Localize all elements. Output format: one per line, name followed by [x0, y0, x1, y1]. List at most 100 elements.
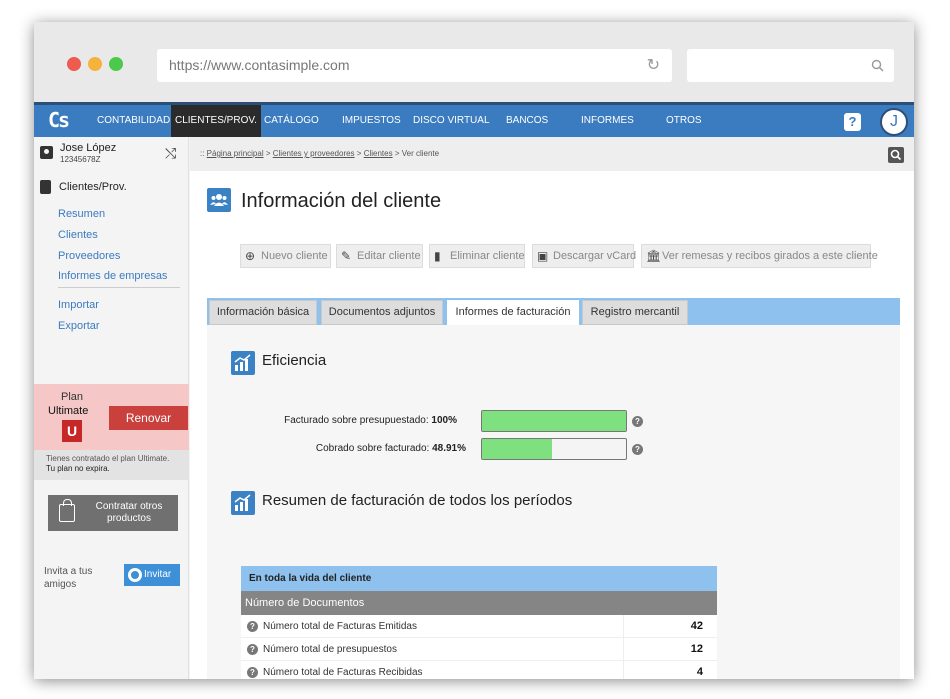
help-button[interactable]: ?	[844, 113, 861, 131]
tab-registro-mercantil[interactable]: Registro mercantil	[582, 300, 688, 325]
kpi-collected-text: Cobrado sobre facturado:	[315, 443, 430, 454]
tab-informes-facturacion[interactable]: Informes de facturación	[447, 300, 579, 326]
renew-button[interactable]: Renovar	[109, 406, 188, 430]
maximize-window-dot[interactable]	[109, 57, 123, 71]
table-row: ? Número total de Facturas Emitidas 42	[241, 615, 717, 638]
delete-client-label: Eliminar cliente	[450, 250, 525, 262]
kpi-label-budget: Facturado sobre presupuestado: 100%	[247, 415, 457, 426]
remittances-button[interactable]: 🏛 Ver remesas y recibos girados a este c…	[641, 244, 878, 268]
sidebar-item-proveedores[interactable]: Proveedores	[58, 250, 120, 262]
hire-products-button[interactable]: Contratar otros productos	[48, 495, 178, 531]
url-text: https://www.contasimple.com	[169, 57, 350, 73]
url-bar[interactable]: https://www.contasimple.com ↻	[157, 49, 672, 82]
shopping-bag-icon	[59, 499, 75, 522]
kpi-bar-collected	[481, 438, 627, 460]
row-label: Número total de Facturas Recibidas	[263, 667, 423, 678]
tab-panel: Eficiencia Facturado sobre presupuestado…	[207, 325, 900, 679]
kpi-bar-budget	[481, 410, 627, 432]
invite-text: Invita a tus amigos	[44, 566, 93, 590]
help-icon[interactable]: ?	[247, 667, 258, 678]
nav-otros[interactable]: OTROS	[666, 105, 702, 137]
user-box: Jose López 12345678Z ⤭	[34, 137, 189, 171]
help-icon[interactable]: ?	[247, 644, 258, 655]
nav-informes[interactable]: INFORMES	[581, 105, 634, 137]
search-icon[interactable]	[888, 147, 904, 163]
breadcrumb-current: Ver cliente	[401, 149, 440, 158]
kpi-collected-value: 48.91%	[432, 443, 466, 454]
user-id: 12345678Z	[60, 155, 101, 164]
reload-icon[interactable]: ↻	[647, 49, 660, 82]
tab-informacion-basica[interactable]: Información básica	[209, 300, 317, 325]
row-value: 12	[690, 643, 703, 655]
plus-circle-icon: ⊕	[245, 249, 256, 263]
plan-box: Plan Ultimate U Renovar	[34, 384, 189, 450]
download-vcard-button[interactable]: ▣ Descargar vCard	[532, 244, 636, 268]
sidebar: Jose López 12345678Z ⤭ Clientes/Prov. Re…	[34, 137, 189, 679]
kpi-fill-collected	[482, 439, 553, 459]
table-row: ? Número total de Facturas Recibidas 4	[241, 661, 717, 679]
browser-window: https://www.contasimple.com ↻ Cs CONTABI…	[34, 22, 914, 679]
nav-bancos[interactable]: BANCOS	[506, 105, 548, 137]
edit-client-button[interactable]: ✎ Editar cliente	[336, 244, 423, 268]
plan-info: Tienes contratado el plan Ultimate. Tu p…	[34, 450, 189, 480]
plan-badge: U	[62, 420, 82, 442]
main-nav: Cs CONTABILIDAD CLIENTES/PROV. CATÁLOGO …	[34, 102, 914, 137]
table-row: ? Número total de presupuestos 12	[241, 638, 717, 661]
switch-company-icon[interactable]: ⤭	[165, 145, 176, 162]
nav-catalogo[interactable]: CATÁLOGO	[264, 105, 319, 137]
help-icon[interactable]: ?	[632, 444, 643, 455]
id-card-icon	[40, 146, 53, 159]
page-title: Información del cliente	[241, 190, 442, 212]
sidebar-section-title: Clientes/Prov.	[59, 181, 127, 193]
clipboard-icon	[40, 180, 51, 194]
table-body: ? Número total de Facturas Emitidas 42? Núm…	[241, 615, 717, 679]
hire-products-label: Contratar otros productos	[95, 501, 163, 524]
kpi-budget-text: Facturado sobre presupuestado:	[284, 415, 429, 426]
chart-icon	[231, 491, 255, 515]
breadcrumb-bar: :: Página principal > Clientes y proveed…	[190, 137, 914, 171]
nav-contabilidad[interactable]: CONTABILIDAD	[97, 105, 170, 137]
new-client-button[interactable]: ⊕ Nuevo cliente	[240, 244, 331, 268]
breadcrumb: :: Página principal > Clientes y proveed…	[200, 149, 439, 158]
help-icon[interactable]: ?	[632, 416, 643, 427]
breadcrumb-prefix: ::	[200, 149, 207, 158]
sidebar-item-clientes[interactable]: Clientes	[58, 229, 98, 241]
plan-expiry-line: Tu plan no expira.	[46, 464, 110, 473]
close-window-dot[interactable]	[67, 57, 81, 71]
nav-impuestos[interactable]: IMPUESTOS	[342, 105, 401, 137]
sidebar-item-informes-empresas[interactable]: Informes de empresas	[58, 270, 167, 282]
minimize-window-dot[interactable]	[88, 57, 102, 71]
search-icon	[871, 59, 884, 72]
kpi-fill-budget	[482, 411, 626, 431]
tab-bar: Información básica Documentos adjuntos I…	[207, 298, 900, 326]
kpi-label-collected: Cobrado sobre facturado: 48.91%	[247, 443, 466, 454]
invite-button[interactable]: Invitar	[124, 564, 180, 586]
browser-search-box[interactable]	[687, 49, 894, 82]
summary-table: En toda la vida del cliente Número de Do…	[241, 566, 717, 679]
row-label: Número total de presupuestos	[263, 644, 397, 655]
app-logo[interactable]: Cs	[48, 108, 70, 132]
sidebar-item-resumen[interactable]: Resumen	[58, 208, 105, 220]
table-header: En toda la vida del cliente	[241, 566, 717, 591]
vcard-icon: ▣	[537, 249, 549, 263]
new-client-label: Nuevo cliente	[261, 250, 328, 262]
breadcrumb-sep: >	[354, 149, 364, 158]
help-icon[interactable]: ?	[247, 621, 258, 632]
breadcrumb-clients[interactable]: Clientes	[364, 149, 393, 158]
sidebar-item-exportar[interactable]: Exportar	[58, 320, 100, 332]
summary-title: Resumen de facturación de todos los perí…	[262, 492, 573, 509]
edit-client-label: Editar cliente	[357, 250, 421, 262]
sidebar-item-importar[interactable]: Importar	[58, 299, 99, 311]
nav-clientes-prov[interactable]: CLIENTES/PROV.	[171, 105, 261, 137]
breadcrumb-clients-suppliers[interactable]: Clientes y proveedores	[273, 149, 355, 158]
delete-client-button[interactable]: ▮ Eliminar cliente	[429, 244, 525, 268]
table-group-header: Número de Documentos	[241, 591, 717, 615]
breadcrumb-home[interactable]: Página principal	[207, 149, 264, 158]
tab-documentos-adjuntos[interactable]: Documentos adjuntos	[321, 300, 443, 325]
row-label: Número total de Facturas Emitidas	[263, 621, 417, 632]
row-value: 4	[696, 666, 703, 678]
avatar[interactable]: J	[880, 108, 908, 136]
nav-disco-virtual[interactable]: DISCO VIRTUAL	[413, 105, 490, 137]
remittances-label: Ver remesas y recibos girados a este cli…	[662, 250, 878, 262]
browser-chrome: https://www.contasimple.com ↻	[34, 22, 914, 102]
